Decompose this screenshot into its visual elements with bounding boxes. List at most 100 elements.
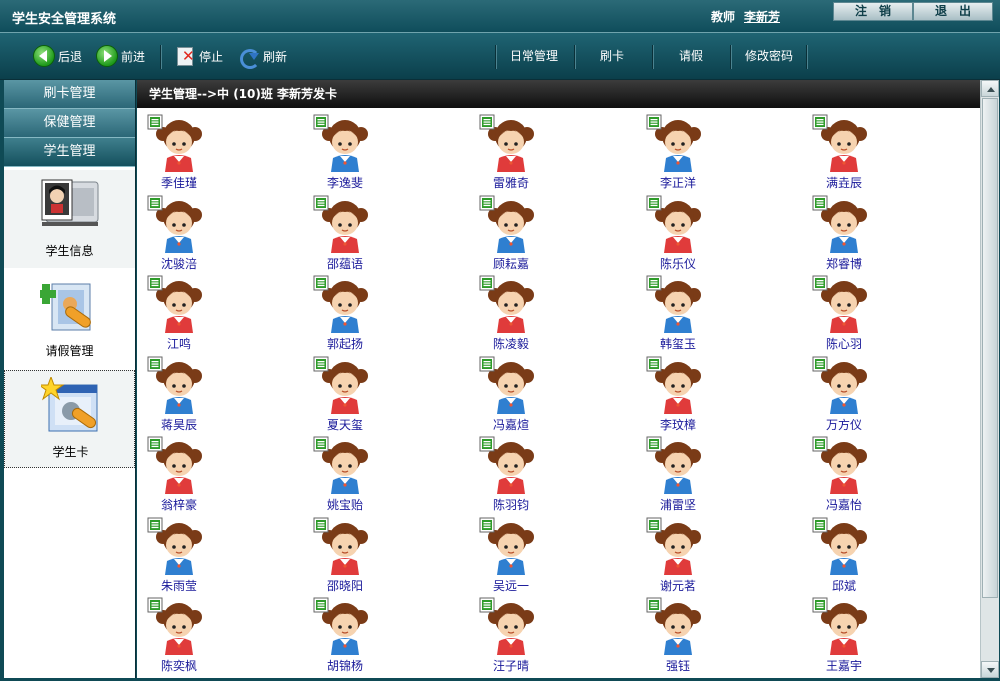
refresh-icon	[238, 46, 260, 69]
student-name[interactable]: 冯嘉怡	[812, 496, 876, 513]
student-name[interactable]: 夏天玺	[313, 416, 377, 433]
student-card[interactable]: 江鸣	[147, 275, 231, 353]
student-card[interactable]: 郭起扬	[313, 275, 397, 353]
student-card[interactable]: 冯嘉怡	[812, 436, 896, 514]
student-card[interactable]: 邵蕴语	[313, 195, 397, 273]
student-card[interactable]: 邱斌	[812, 517, 896, 595]
student-name[interactable]: 李玟樟	[646, 416, 710, 433]
student-card[interactable]: 韩玺玉	[646, 275, 730, 353]
student-name[interactable]: 王嘉宇	[812, 657, 876, 674]
student-card[interactable]: 翁梓豪	[147, 436, 231, 514]
student-name[interactable]: 汪子晴	[479, 657, 543, 674]
student-name[interactable]: 顾耘嘉	[479, 255, 543, 272]
student-name[interactable]: 浦雷坚	[646, 496, 710, 513]
student-name[interactable]: 强钰	[646, 657, 710, 674]
student-card[interactable]: 雷雅奇	[479, 114, 563, 192]
sidebar-tab-card-management[interactable]: 刷卡管理	[4, 80, 135, 109]
student-name[interactable]: 陈凌毅	[479, 335, 543, 352]
sidebar-item-label: 学生卡	[52, 445, 89, 459]
refresh-button[interactable]: 刷新	[238, 44, 287, 69]
student-card[interactable]: 陈羽钧	[479, 436, 563, 514]
student-card[interactable]: 强钰	[646, 597, 730, 675]
student-card[interactable]: 朱雨莹	[147, 517, 231, 595]
student-name[interactable]: 韩玺玉	[646, 335, 710, 352]
teacher-name-link[interactable]: 李新芳	[744, 8, 780, 25]
student-name[interactable]: 翁梓豪	[147, 496, 211, 513]
student-card[interactable]: 顾耘嘉	[479, 195, 563, 273]
student-avatar-icon	[479, 114, 534, 172]
student-card[interactable]: 万方仪	[812, 356, 896, 434]
nav-change-password[interactable]: 修改密码	[745, 44, 793, 68]
student-card[interactable]: 李正洋	[646, 114, 730, 192]
student-card[interactable]: 冯嘉煊	[479, 356, 563, 434]
student-name[interactable]: 李逸斐	[313, 174, 377, 191]
student-card[interactable]: 浦雷坚	[646, 436, 730, 514]
nav-leave[interactable]: 请假	[679, 44, 703, 68]
student-name[interactable]: 蒋昊辰	[147, 416, 211, 433]
back-button[interactable]: 后退	[33, 44, 82, 68]
sidebar-item-leave-management[interactable]: 请假管理	[4, 270, 135, 368]
student-card[interactable]: 姚宝贻	[313, 436, 397, 514]
toolbar-divider	[495, 45, 497, 69]
student-name[interactable]: 郭起扬	[313, 335, 377, 352]
scroll-thumb[interactable]	[982, 98, 998, 598]
student-avatar-icon	[646, 436, 701, 494]
student-name[interactable]: 冯嘉煊	[479, 416, 543, 433]
student-name[interactable]: 万方仪	[812, 416, 876, 433]
student-name[interactable]: 郑睿博	[812, 255, 876, 272]
student-card[interactable]: 汪子晴	[479, 597, 563, 675]
student-avatar-icon	[147, 436, 202, 494]
student-card[interactable]: 满垚辰	[812, 114, 896, 192]
student-card[interactable]: 季佳瑾	[147, 114, 231, 192]
student-card[interactable]: 蒋昊辰	[147, 356, 231, 434]
student-card[interactable]: 李逸斐	[313, 114, 397, 192]
student-card[interactable]: 胡锦杨	[313, 597, 397, 675]
student-name[interactable]: 朱雨莹	[147, 577, 211, 594]
student-name[interactable]: 李正洋	[646, 174, 710, 191]
student-card[interactable]: 吴远一	[479, 517, 563, 595]
student-card[interactable]: 李玟樟	[646, 356, 730, 434]
logout-button[interactable]: 注销	[833, 2, 913, 21]
sidebar-tab-student-management[interactable]: 学生管理	[4, 138, 135, 167]
stop-button[interactable]: ✕ 停止	[176, 44, 223, 68]
student-name[interactable]: 邵蕴语	[313, 255, 377, 272]
student-card[interactable]: 谢元茗	[646, 517, 730, 595]
student-name[interactable]: 季佳瑾	[147, 174, 211, 191]
student-name[interactable]: 陈奕枫	[147, 657, 211, 674]
student-card[interactable]: 陈奕枫	[147, 597, 231, 675]
sidebar-tab-health-management[interactable]: 保健管理	[4, 109, 135, 138]
student-name[interactable]: 满垚辰	[812, 174, 876, 191]
student-name[interactable]: 邵晓阳	[313, 577, 377, 594]
student-name[interactable]: 陈心羽	[812, 335, 876, 352]
vertical-scrollbar[interactable]	[980, 80, 999, 678]
student-card[interactable]: 陈心羽	[812, 275, 896, 353]
sidebar-item-student-info[interactable]: 学生信息	[4, 170, 135, 268]
student-name[interactable]: 吴远一	[479, 577, 543, 594]
student-avatar-icon	[313, 356, 368, 414]
exit-button[interactable]: 退出	[913, 2, 993, 21]
student-name[interactable]: 陈羽钧	[479, 496, 543, 513]
student-name[interactable]: 邱斌	[812, 577, 876, 594]
sidebar-item-student-card[interactable]: 学生卡	[4, 370, 135, 468]
student-card[interactable]: 陈乐仪	[646, 195, 730, 273]
student-card[interactable]: 郑睿博	[812, 195, 896, 273]
student-card[interactable]: 王嘉宇	[812, 597, 896, 675]
student-name[interactable]: 沈骏涪	[147, 255, 211, 272]
toolbar-divider	[652, 45, 654, 69]
student-name[interactable]: 谢元茗	[646, 577, 710, 594]
nav-daily-management[interactable]: 日常管理	[510, 44, 558, 68]
forward-button[interactable]: 前进	[96, 44, 145, 68]
student-name[interactable]: 雷雅奇	[479, 174, 543, 191]
nav-swipe-card[interactable]: 刷卡	[600, 44, 624, 68]
student-card[interactable]: 邵晓阳	[313, 517, 397, 595]
scroll-down-button[interactable]	[981, 661, 999, 678]
student-avatar-icon	[313, 517, 368, 575]
student-card[interactable]: 陈凌毅	[479, 275, 563, 353]
student-card[interactable]: 夏天玺	[313, 356, 397, 434]
student-name[interactable]: 陈乐仪	[646, 255, 710, 272]
student-name[interactable]: 姚宝贻	[313, 496, 377, 513]
student-name[interactable]: 胡锦杨	[313, 657, 377, 674]
student-card[interactable]: 沈骏涪	[147, 195, 231, 273]
student-name[interactable]: 江鸣	[147, 335, 211, 352]
scroll-up-button[interactable]	[981, 80, 999, 97]
